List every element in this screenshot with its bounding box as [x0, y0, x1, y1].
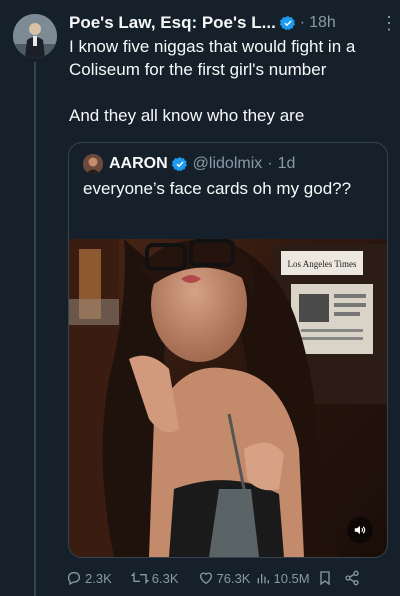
- reply-count: 2.3K: [85, 570, 112, 586]
- separator-dot: ·: [299, 14, 306, 31]
- avatar-image: [13, 14, 57, 58]
- share-icon: [344, 570, 359, 586]
- verified-badge-icon: [279, 16, 295, 31]
- quoted-post-time[interactable]: 1d: [278, 155, 296, 173]
- views-count: 10.5M: [273, 570, 310, 586]
- quoted-post-header: AARON @lidolmix · 1d: [83, 153, 377, 175]
- heart-icon: [199, 572, 212, 585]
- author-name[interactable]: Poe's Law, Esq: Poe's L...: [69, 13, 276, 33]
- sound-icon[interactable]: [347, 517, 373, 543]
- author-avatar[interactable]: [13, 14, 57, 58]
- share-button[interactable]: [344, 570, 360, 586]
- post-time[interactable]: 18h: [309, 14, 336, 32]
- repost-button[interactable]: 6.3K: [130, 570, 179, 586]
- quoted-separator-dot: ·: [267, 155, 273, 172]
- quoted-avatar-image: [83, 154, 103, 174]
- like-count: 76.3K: [216, 570, 251, 586]
- bookmark-button[interactable]: [318, 570, 332, 586]
- post-text-line2: And they all know who they are: [69, 106, 305, 125]
- reply-button[interactable]: 2.3K: [66, 570, 112, 586]
- quoted-video[interactable]: Los Angeles Times: [69, 239, 387, 557]
- repost-icon: [130, 572, 149, 584]
- video-sign-text: Los Angeles Times: [287, 259, 357, 269]
- like-button[interactable]: 76.3K: [198, 570, 251, 586]
- quoted-verified-badge-icon: [171, 157, 187, 172]
- post-text: I know five niggas that would fight in a…: [69, 35, 393, 127]
- views-chart-icon: [258, 574, 270, 584]
- quoted-post-card[interactable]: AARON @lidolmix · 1d everyone’s face car…: [68, 142, 388, 558]
- quoted-author-avatar[interactable]: [83, 154, 103, 174]
- post-header: Poe's Law, Esq: Poe's L... · 18h ⋮: [69, 12, 398, 34]
- bookmark-icon: [319, 571, 330, 586]
- video-frame: Los Angeles Times: [69, 239, 387, 557]
- views-button[interactable]: 10.5M: [256, 570, 310, 586]
- quoted-author-name[interactable]: AARON: [109, 155, 168, 173]
- reply-icon: [67, 572, 80, 586]
- quoted-author-handle[interactable]: @lidolmix: [193, 155, 263, 173]
- post-actions: 2.3K 6.3K 76.3K 10.5M: [66, 568, 392, 588]
- repost-count: 6.3K: [151, 570, 179, 586]
- speaker-icon: [354, 525, 366, 535]
- thread-line: [34, 62, 36, 596]
- quoted-post-text: everyone’s face cards oh my god??: [83, 179, 352, 198]
- more-options-icon[interactable]: ⋮: [380, 14, 398, 32]
- post-text-line1: I know five niggas that would fight in a…: [69, 37, 356, 79]
